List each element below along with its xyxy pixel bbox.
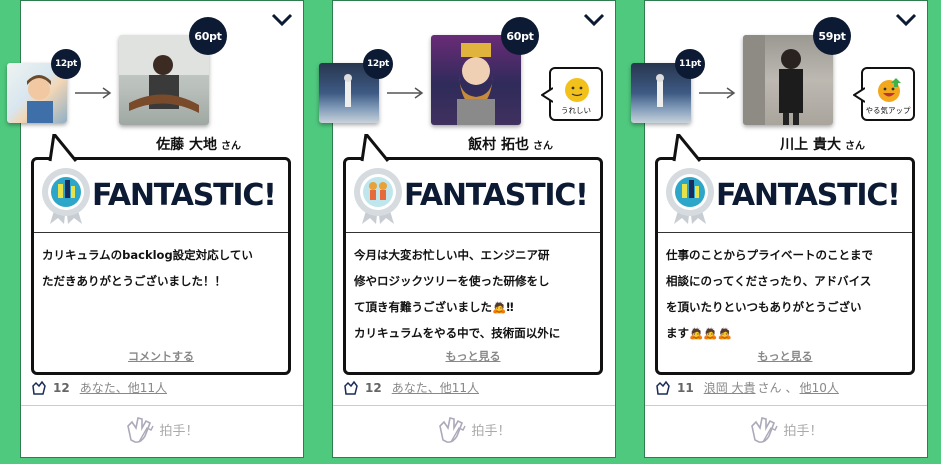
bubble-tail (48, 134, 78, 162)
comment-link[interactable]: コメントする (34, 348, 288, 364)
clap-icon (344, 380, 358, 395)
likes-row: 11 浪岡 大貴 さん 、 他10人 (655, 379, 839, 396)
reaction-label: やる気アップ (865, 106, 911, 115)
message-text: カリキュラムのbacklog設定対応してい ただきありがとうございました！！ (42, 248, 253, 288)
chevron-down-icon[interactable] (583, 13, 605, 27)
likes-row: 12 あなた、他11人 (343, 379, 479, 396)
applause-button[interactable]: 拍手！ (645, 414, 927, 444)
chevron-down-icon[interactable] (271, 13, 293, 27)
arrow-right-icon (387, 87, 424, 99)
applause-button[interactable]: 拍手！ (21, 414, 303, 444)
motivated-face-icon (878, 78, 901, 102)
divider (34, 232, 288, 233)
fantastic-medal-icon (666, 168, 714, 224)
badge-title: FANTASTIC! (404, 178, 589, 213)
fantastic-medal-icon (42, 168, 90, 224)
like-count: 11 (677, 380, 694, 395)
bubble-tail (541, 87, 553, 103)
post-card: 12pt 60pt 飯村 拓也 さん うれしい FANTASTIC! 今月は大変お… (319, 0, 616, 458)
fantastic-medal-icon (354, 168, 402, 224)
applause-hands-icon (127, 417, 155, 443)
receiver-points-badge: 60pt (189, 17, 227, 55)
divider (645, 405, 927, 406)
applause-label: 拍手！ (783, 423, 823, 439)
bubble-tail (853, 87, 865, 103)
likers-link[interactable]: 他10人 (800, 379, 839, 396)
message-bubble: FANTASTIC! カリキュラムのbacklog設定対応してい ただきありがと… (31, 134, 291, 375)
sender-points-badge: 12pt (363, 49, 393, 79)
applause-label: 拍手！ (159, 423, 199, 439)
message-bubble: FANTASTIC! 今月は大変お忙しい中、エンジニア研 修やロジックツリーを使… (343, 134, 603, 375)
sender-points-badge: 12pt (51, 49, 81, 79)
bubble-tail (672, 134, 702, 162)
reaction-label: うれしい (561, 106, 591, 115)
message-text: 今月は大変お忙しい中、エンジニア研 修やロジックツリーを使った研修をし て頂き有… (354, 248, 561, 340)
message-bubble: FANTASTIC! 仕事のことからプライベートのことまで 相談にのってくださっ… (655, 134, 915, 375)
like-count: 12 (53, 380, 70, 395)
clap-icon (656, 380, 670, 395)
receiver-points-badge: 59pt (813, 17, 851, 55)
likers-link[interactable]: あなた、他11人 (80, 379, 167, 396)
badge-title: FANTASTIC! (716, 178, 901, 213)
likes-row: 12 あなた、他11人 (31, 379, 167, 396)
applause-button[interactable]: 拍手！ (333, 414, 615, 444)
post-card: 12pt 60pt 佐藤 大地 さん FANTASTIC! カリキュラムのback… (7, 0, 304, 458)
likers-link[interactable]: あなた、他11人 (392, 379, 479, 396)
read-more-link[interactable]: もっと見る (346, 348, 600, 364)
sender-points-badge: 11pt (675, 49, 705, 79)
liker-separator: 、 (785, 381, 798, 395)
receiver-points-badge: 60pt (501, 17, 539, 55)
divider (21, 405, 303, 406)
applause-hands-icon (439, 417, 467, 443)
smile-face-icon (565, 78, 589, 102)
reaction-bubble[interactable]: うれしい (541, 67, 603, 121)
chevron-down-icon[interactable] (895, 13, 917, 27)
badge-title: FANTASTIC! (92, 178, 277, 213)
arrow-right-icon (75, 87, 112, 99)
liker-honorific: さん (757, 381, 782, 395)
clap-icon (32, 380, 46, 395)
post-card: 11pt 59pt 川上 貴大 さん やる気アップ FANTASTIC! 仕事のこ… (631, 0, 928, 458)
applause-label: 拍手！ (471, 423, 511, 439)
arrow-right-icon (699, 87, 736, 99)
reaction-bubble[interactable]: やる気アップ (853, 67, 915, 121)
divider (346, 232, 600, 233)
like-count: 12 (365, 380, 382, 395)
liker-name-link[interactable]: 浪岡 大貴 (704, 379, 756, 396)
read-more-link[interactable]: もっと見る (658, 348, 912, 364)
message-text: 仕事のことからプライベートのことまで 相談にのってくださったり、アドバイス を頂… (666, 248, 873, 340)
divider (333, 405, 615, 406)
applause-hands-icon (751, 417, 779, 443)
divider (658, 232, 912, 233)
bubble-tail (360, 134, 390, 162)
